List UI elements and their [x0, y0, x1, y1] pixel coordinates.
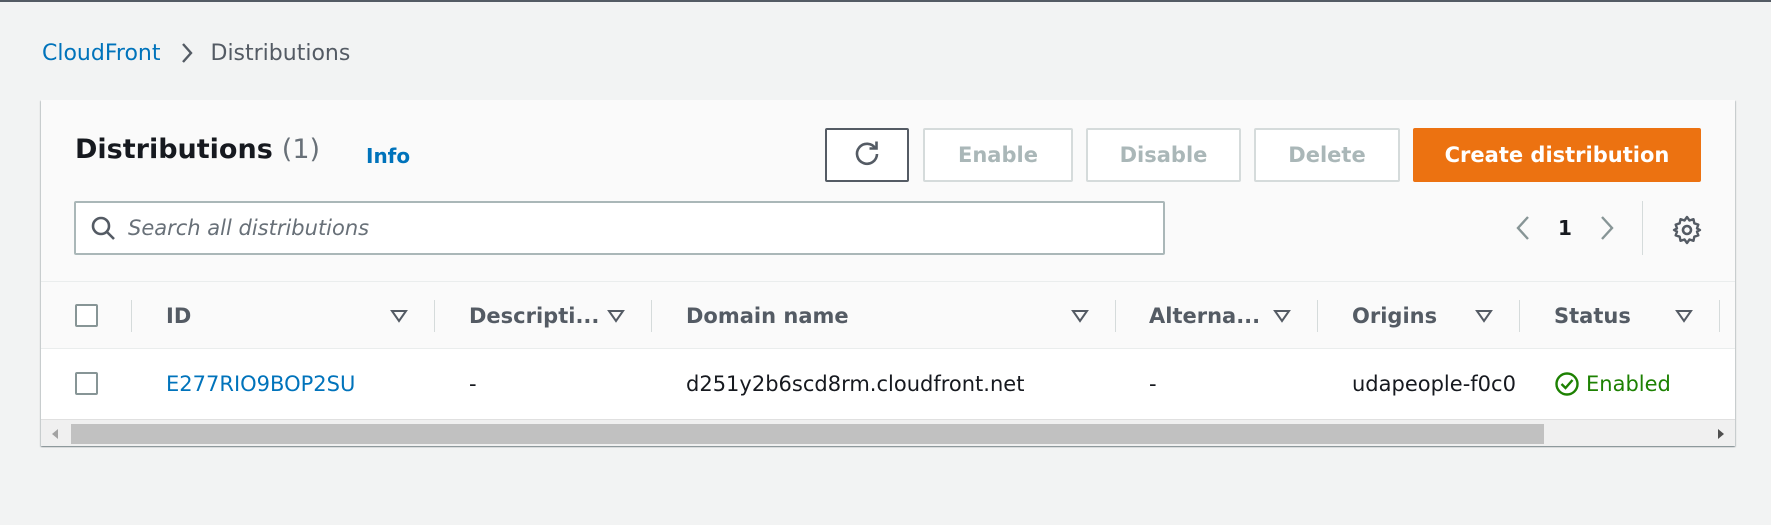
column-header-id[interactable]: ID	[166, 282, 191, 349]
scroll-right-arrow-icon[interactable]	[1713, 425, 1729, 443]
page-title: Distributions (1)	[75, 134, 320, 165]
column-divider	[131, 300, 132, 332]
info-link[interactable]: Info	[366, 144, 410, 168]
breadcrumb-cloudfront-link[interactable]: CloudFront	[42, 41, 161, 66]
column-divider	[434, 300, 435, 332]
cell-origins: udapeople-f0c0	[1352, 372, 1516, 396]
scrollbar-thumb[interactable]	[71, 424, 1544, 444]
sort-domain-name-icon[interactable]	[1069, 305, 1091, 327]
select-all-checkbox[interactable]	[75, 304, 98, 327]
column-header-status[interactable]: Status	[1554, 282, 1631, 349]
disable-button[interactable]: Disable	[1086, 128, 1241, 182]
previous-page-icon[interactable]	[1503, 208, 1543, 248]
row-select-checkbox[interactable]	[75, 372, 98, 395]
search-icon	[90, 215, 116, 241]
sort-alternate-icon[interactable]	[1271, 305, 1293, 327]
pagination: 1	[1503, 208, 1627, 248]
enable-button[interactable]: Enable	[923, 128, 1073, 182]
column-header-origins[interactable]: Origins	[1352, 282, 1437, 349]
status-text: Enabled	[1586, 372, 1671, 396]
column-header-description[interactable]: Descripti...	[469, 282, 599, 349]
status-badge: Enabled	[1554, 350, 1671, 418]
next-page-icon[interactable]	[1587, 208, 1627, 248]
scroll-left-arrow-icon[interactable]	[47, 425, 63, 443]
column-divider	[651, 300, 652, 332]
column-divider	[1519, 300, 1520, 332]
column-divider	[1317, 300, 1318, 332]
search-box	[74, 201, 1165, 255]
create-distribution-button[interactable]: Create distribution	[1413, 128, 1701, 182]
title-count: (1)	[281, 134, 321, 165]
column-header-domain-name[interactable]: Domain name	[686, 282, 849, 349]
check-circle-icon	[1555, 372, 1579, 396]
title-text: Distributions	[75, 134, 273, 165]
distribution-id-link[interactable]: E277RIO9BOP2SU	[166, 350, 355, 418]
chevron-right-icon	[180, 42, 194, 64]
breadcrumb-current: Distributions	[210, 40, 351, 66]
panel-header: Distributions (1) Info Enable Disable De…	[41, 100, 1735, 282]
refresh-icon	[853, 139, 881, 172]
column-header-alternate[interactable]: Alterna...	[1149, 282, 1260, 349]
distributions-panel: Distributions (1) Info Enable Disable De…	[41, 100, 1735, 446]
column-divider	[1115, 300, 1116, 332]
delete-button[interactable]: Delete	[1254, 128, 1400, 182]
pagination-divider	[1642, 201, 1643, 255]
refresh-button[interactable]	[825, 128, 909, 182]
cell-domain-name: d251y2b6scd8rm.cloudfront.net	[686, 372, 1025, 396]
table-header: ID Descripti... Domain name Alterna... O…	[41, 282, 1735, 349]
horizontal-scrollbar[interactable]	[41, 419, 1735, 446]
top-border	[0, 0, 1771, 2]
search-input[interactable]	[128, 216, 1163, 240]
sort-status-icon[interactable]	[1673, 305, 1695, 327]
cell-description: -	[469, 372, 477, 396]
sort-origins-icon[interactable]	[1473, 305, 1495, 327]
cell-alternate-domain: -	[1149, 372, 1157, 396]
sort-id-icon[interactable]	[388, 305, 410, 327]
table-row[interactable]: E277RIO9BOP2SU - d251y2b6scd8rm.cloudfro…	[41, 350, 1735, 418]
settings-gear-icon[interactable]	[1669, 212, 1705, 248]
sort-description-icon[interactable]	[605, 305, 627, 327]
current-page-number[interactable]: 1	[1543, 216, 1587, 240]
breadcrumb: CloudFront Distributions	[42, 40, 350, 66]
column-divider	[1719, 300, 1720, 332]
